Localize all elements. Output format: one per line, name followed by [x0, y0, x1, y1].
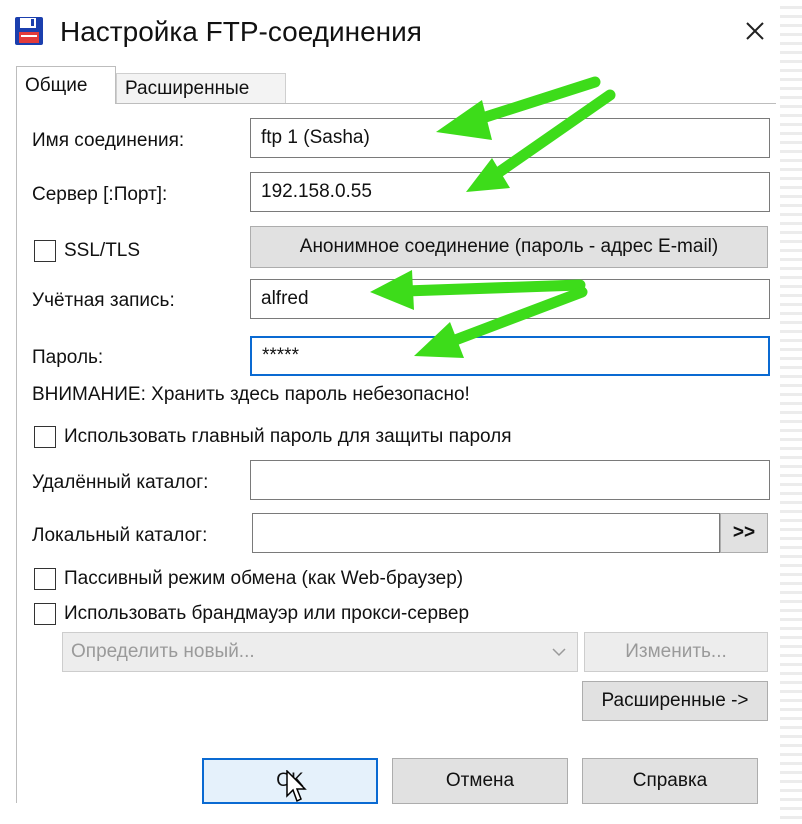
change-button[interactable]: Изменить... [584, 632, 768, 672]
remote-dir-label: Удалённый каталог: [32, 472, 209, 493]
remote-dir-field[interactable] [250, 460, 770, 500]
server-label: Сервер [:Порт]: [32, 184, 168, 205]
firewall-label: Использовать брандмауэр или прокси-серве… [64, 603, 470, 624]
master-password-label: Использовать главный пароль для защиты п… [64, 426, 512, 447]
firewall-checkbox[interactable] [34, 603, 56, 625]
title-bar: Настройка FTP-соединения [0, 0, 780, 66]
master-password-checkbox[interactable] [34, 426, 56, 448]
cancel-button[interactable]: Отмена [392, 758, 568, 804]
password-label: Пароль: [32, 347, 104, 368]
ftp-settings-dialog: Настройка FTP-соединения Общие Расширенн… [0, 0, 781, 824]
tab-bar: Общие Расширенные [16, 66, 776, 104]
passive-mode-label: Пассивный режим обмена (как Web-браузер) [64, 568, 464, 589]
floppy-disk-icon [15, 17, 43, 45]
account-label: Учётная запись: [32, 290, 175, 311]
window-title: Настройка FTP-соединения [60, 16, 422, 47]
local-dir-field[interactable] [252, 513, 720, 553]
password-warning: ВНИМАНИЕ: Хранить здесь пароль небезопас… [32, 384, 470, 405]
server-field[interactable]: 192.158.0.55 [250, 172, 770, 212]
tab-general[interactable]: Общие [16, 66, 116, 104]
browse-local-button[interactable]: >> [720, 513, 768, 553]
account-field[interactable]: alfred [250, 279, 770, 319]
password-field[interactable]: ***** [250, 336, 770, 376]
close-icon[interactable] [740, 16, 770, 46]
anonymous-connection-button[interactable]: Анонимное соединение (пароль - адрес E-m… [250, 226, 768, 268]
connection-name-label: Имя соединения: [32, 130, 185, 151]
advanced-button[interactable]: Расширенные -> [582, 681, 768, 721]
ssl-checkbox[interactable] [34, 240, 56, 262]
tab-advanced[interactable]: Расширенные [116, 73, 286, 104]
connection-name-field[interactable]: ftp 1 (Sasha) [250, 118, 770, 158]
chevron-down-icon [552, 648, 566, 657]
proxy-select[interactable]: Определить новый... [62, 632, 578, 672]
proxy-select-value: Определить новый... [71, 641, 255, 662]
mouse-cursor-icon [286, 770, 307, 803]
help-button[interactable]: Справка [582, 758, 758, 804]
ssl-label: SSL/TLS [64, 240, 141, 261]
torn-edge [780, 0, 802, 824]
passive-mode-checkbox[interactable] [34, 568, 56, 590]
local-dir-label: Локальный каталог: [32, 525, 208, 546]
